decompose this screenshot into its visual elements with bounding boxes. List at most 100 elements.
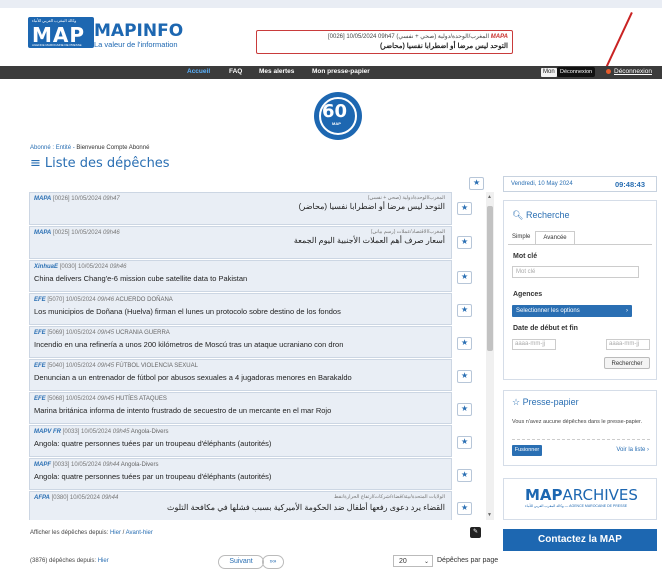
count-text: (3876) dépêches depuis: — [30, 558, 97, 564]
anniversary-label: MAP — [332, 121, 341, 126]
keyword-input[interactable]: Mot clé — [512, 266, 639, 278]
breadcrumb-subscriber[interactable]: Abonné : Entité — [30, 145, 71, 151]
dispatch-list: MAPA [0026] 10/05/2024 09h47 المغرب/الوح… — [29, 192, 483, 520]
count-since-link[interactable]: Hier — [98, 558, 109, 564]
dispatch-meta: MAPA [0025] 10/05/2024 09h46 — [34, 230, 120, 236]
merge-button[interactable]: Fusionner — [512, 445, 542, 456]
scroll-thumb[interactable] — [487, 206, 493, 351]
dispatch-headline[interactable]: Denuncian a un entrenador de fútbol por … — [34, 373, 352, 382]
dispatch-headline[interactable]: Angola: quatre personnes tuées par un tr… — [34, 472, 271, 481]
dispatch-time: 09h44 — [101, 495, 119, 501]
anniversary-number: 60 — [322, 101, 348, 122]
brand-tagline: La valeur de l'information — [94, 40, 178, 49]
per-page-select[interactable]: 20 ⌄ — [393, 555, 433, 567]
chevron-down-icon: ⌄ — [423, 559, 429, 565]
star-button[interactable]: ★ — [457, 436, 472, 449]
tab-advanced[interactable]: Avancée — [535, 231, 575, 245]
dispatch-headline[interactable]: Marina británica informa de intento frus… — [34, 406, 331, 415]
dispatch-headline[interactable]: أسعار صرف أهم العملات الأجنبية اليوم الج… — [294, 236, 445, 245]
start-date-input[interactable]: aaaa-mm-jj — [512, 339, 556, 350]
dates-label: Date de début et fin — [513, 325, 578, 332]
dispatch-time: 09h45 — [97, 363, 115, 369]
star-outline-icon: ☆ — [512, 397, 521, 407]
dispatch-row[interactable]: EFE [5068] 10/05/2024 09h45 HUTÍES ATAQU… — [29, 392, 452, 424]
star-button[interactable]: ★ — [457, 469, 472, 482]
dispatch-agency: EFE — [34, 297, 46, 303]
star-button[interactable]: ★ — [457, 337, 472, 350]
star-button[interactable]: ★ — [457, 502, 472, 515]
top-strip — [0, 0, 662, 8]
nav-clipboard[interactable]: Mon presse-papier — [312, 68, 370, 75]
next-page-button[interactable]: Suivant — [218, 555, 264, 569]
star-button[interactable]: ★ — [457, 202, 472, 215]
star-button[interactable]: ★ — [457, 403, 472, 416]
nav-alerts[interactable]: Mes alertes — [259, 68, 294, 75]
see-list-link[interactable]: Voir la liste › — [616, 447, 649, 453]
agencies-select[interactable]: Selectionner les options › — [512, 305, 632, 317]
edit-icon[interactable]: ✎ — [470, 527, 481, 538]
dispatch-row[interactable]: AFPA [0380] 10/05/2024 09h44 الولايات ال… — [29, 491, 452, 520]
dispatch-headline[interactable]: China delivers Chang'e-6 mission cube sa… — [34, 274, 247, 283]
nav-home[interactable]: Accueil — [187, 68, 210, 75]
clipboard-panel: ☆ Presse-papier Vous n'avez aucune dépêc… — [503, 390, 657, 466]
search-button[interactable]: Rechercher — [604, 357, 650, 369]
dispatch-meta: EFE [5040] 10/05/2024 09h45 FÚTBOL VIOLE… — [34, 363, 198, 369]
star-button[interactable]: ★ — [457, 271, 472, 284]
dispatch-headline[interactable]: التوحد ليس مرضا أو اضطرابا نفسيا (محاضر) — [299, 202, 445, 211]
dispatch-agency: MAPA — [34, 230, 52, 236]
dispatch-row[interactable]: MAPA [0025] 10/05/2024 09h46 المغرب/الاق… — [29, 226, 452, 259]
dispatch-row[interactable]: EFE [5069] 10/05/2024 09h45 UCRANIA GUER… — [29, 326, 452, 358]
search-panel: 🔍︎ Recherche Simple Avancée Mot clé Mot … — [503, 200, 657, 380]
dispatch-headline[interactable]: Angola: quatre personnes tuées par un tr… — [34, 439, 271, 448]
dispatch-code: [5070] — [47, 297, 65, 303]
scroll-down-icon[interactable]: ▼ — [487, 512, 492, 518]
since-before-yesterday-link[interactable]: Avant-hier — [126, 530, 153, 536]
page-title-text: Liste des dépêches — [44, 156, 170, 171]
star-all-button[interactable]: ★ — [469, 177, 484, 190]
dispatch-row[interactable]: MAPV FR [0033] 10/05/2024 09h45 Angola-D… — [29, 425, 452, 457]
dispatch-tags-ar: الولايات المتحدة/بيئة/قضاء/شركات/ارتفاع … — [334, 494, 445, 500]
dispatch-code: [5069] — [47, 330, 65, 336]
dispatch-tags: Angola-Divers — [130, 429, 169, 435]
dispatch-agency: EFE — [34, 396, 46, 402]
dispatch-row[interactable]: XinhuaE [0030] 10/05/2024 09h46 China de… — [29, 260, 452, 292]
end-date-input[interactable]: aaaa-mm-jj — [606, 339, 650, 350]
current-date: Vendredi, 10 May 2024 — [511, 181, 573, 187]
contact-button[interactable]: Contactez la MAP — [503, 529, 657, 551]
star-button[interactable]: ★ — [457, 304, 472, 317]
dispatch-agency: EFE — [34, 330, 46, 336]
map-archives-banner[interactable]: MAPARCHIVES وكالة المغرب العربي للأنباء … — [503, 478, 657, 520]
dispatch-code: [0033] — [52, 462, 70, 468]
star-button[interactable]: ★ — [457, 370, 472, 383]
map-logo[interactable]: وكالة المغرب العربي للأنباء MAP AGENCE M… — [28, 17, 94, 48]
dispatch-headline[interactable]: Los municipios de Doñana (Huelva) firman… — [34, 307, 341, 316]
user-menu[interactable]: Mon — [541, 68, 557, 77]
dispatch-meta: MAPV FR [0033] 10/05/2024 09h45 Angola-D… — [34, 429, 168, 435]
search-title: 🔍︎ Recherche — [512, 210, 569, 221]
tab-simple[interactable]: Simple — [512, 231, 530, 243]
dispatch-time: 09h45 — [97, 396, 115, 402]
search-icon: 🔍︎ — [512, 210, 524, 220]
dispatch-row[interactable]: MAPA [0026] 10/05/2024 09h47 المغرب/الوح… — [29, 192, 452, 225]
nav-faq[interactable]: FAQ — [229, 68, 242, 75]
list-scrollbar[interactable]: ▲ ▼ — [486, 192, 494, 520]
dispatch-headline[interactable]: القضاء يرد دعوى رفعها أطفال ضد الحكومة ا… — [167, 503, 445, 512]
dispatch-date: 10/05/2024 — [69, 495, 100, 501]
dispatch-date: 10/05/2024 — [71, 196, 102, 202]
star-button[interactable]: ★ — [457, 236, 472, 249]
dispatch-headline[interactable]: Incendio en una refinería a unos 200 kil… — [34, 340, 343, 349]
anniversary-logo: 60 MAP — [314, 92, 362, 140]
dispatch-row[interactable]: EFE [5070] 10/05/2024 09h46 ACUERDO DOÑA… — [29, 293, 452, 325]
dispatch-row[interactable]: EFE [5040] 10/05/2024 09h45 FÚTBOL VIOLE… — [29, 359, 452, 391]
current-time: 09:48:43 — [614, 180, 645, 189]
logout-link[interactable]: Déconnexion — [614, 68, 652, 75]
breaking-alert[interactable]: [0026] 10/05/2024 09h47 المغرب/الوحدة/دو… — [256, 30, 513, 54]
dispatch-date: 10/05/2024 — [81, 429, 112, 435]
dispatch-code: [0030] — [59, 264, 77, 270]
dispatch-tags-ar: المغرب/الوحدة/دولية (صحي + نفسي) — [367, 195, 445, 201]
scroll-up-icon[interactable]: ▲ — [487, 194, 492, 200]
last-page-button[interactable]: »» — [262, 555, 284, 569]
dispatch-row[interactable]: MAPF [0033] 10/05/2024 09h44 Angola-Dive… — [29, 458, 452, 490]
since-yesterday-link[interactable]: Hier — [110, 530, 121, 536]
dispatch-code: [0033] — [62, 429, 80, 435]
